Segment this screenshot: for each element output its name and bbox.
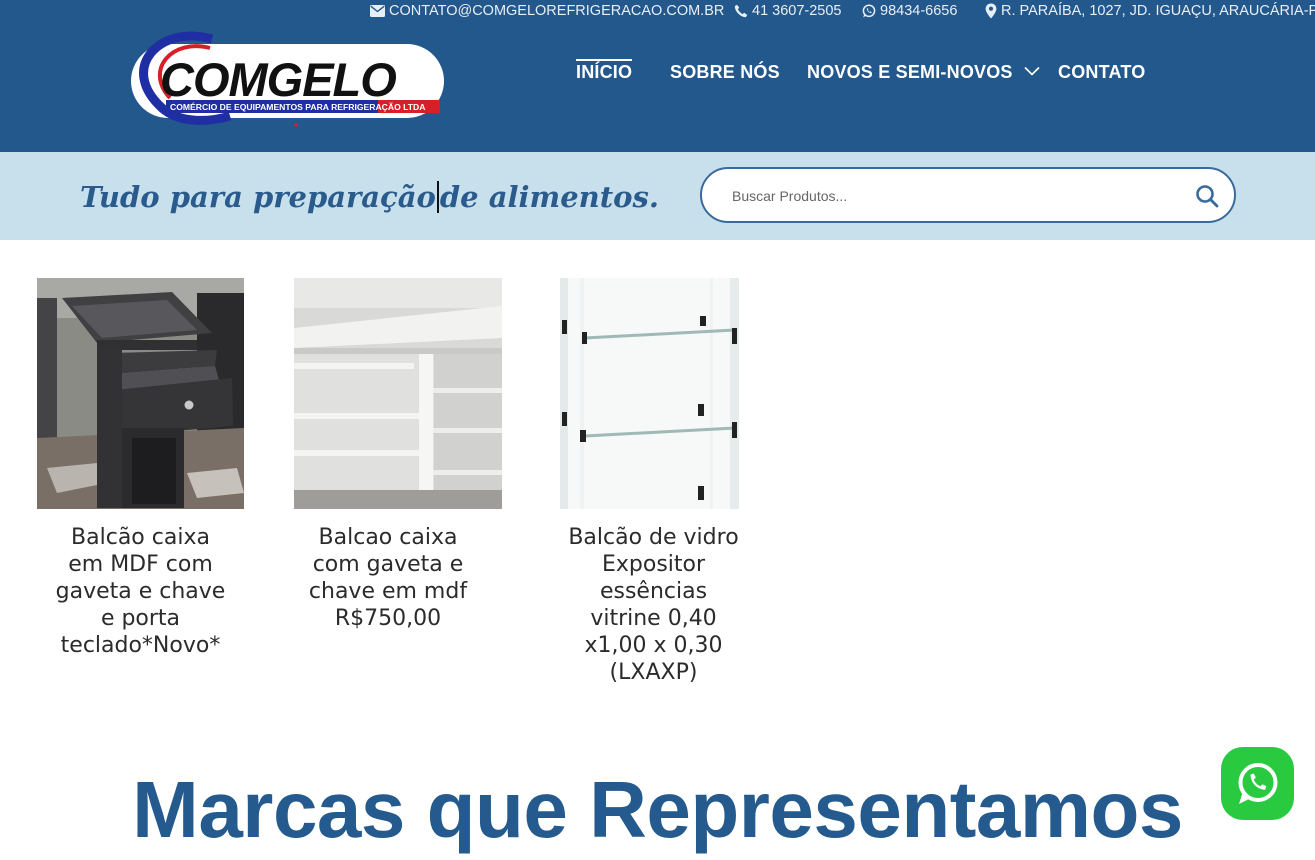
contact-phone-link[interactable]: 41 3607-2505 bbox=[734, 3, 842, 19]
contact-whatsapp-link[interactable]: 98434-6656 bbox=[862, 3, 957, 19]
site-header: CONTATO@COMGELOREFRIGERACAO.COM.BR 41 36… bbox=[0, 0, 1315, 152]
contact-email: CONTATO@COMGELOREFRIGERACAO.COM.BR bbox=[389, 3, 725, 19]
tagline-text-start: Tudo para preparação bbox=[80, 180, 436, 214]
nav-inicio[interactable]: INÍCIO bbox=[576, 59, 633, 83]
nav-sobre-nos[interactable]: SOBRE NÓS bbox=[670, 62, 780, 83]
product-image[interactable] bbox=[294, 278, 502, 509]
nav-contato-label: CONTATO bbox=[1058, 62, 1146, 82]
contact-phone: 41 3607-2505 bbox=[752, 3, 842, 19]
whatsapp-icon bbox=[1238, 763, 1278, 804]
nav-novos-label: NOVOS E SEMI-NOVOS bbox=[807, 62, 1013, 82]
search-icon[interactable] bbox=[1194, 183, 1220, 209]
top-contact-bar: CONTATO@COMGELOREFRIGERACAO.COM.BR 41 36… bbox=[0, 0, 1315, 24]
product-title[interactable]: Balcao caixa com gaveta e chave em mdf R… bbox=[284, 524, 492, 632]
product-image[interactable] bbox=[560, 278, 739, 509]
contact-email-link[interactable]: CONTATO@COMGELOREFRIGERACAO.COM.BR bbox=[370, 3, 724, 19]
tagline-text-end: de alimentos. bbox=[439, 180, 659, 214]
main-nav: INÍCIO SOBRE NÓS NOVOS E SEMI-NOVOS CONT… bbox=[0, 59, 1315, 92]
whatsapp-floating-button[interactable] bbox=[1221, 747, 1294, 820]
search-input[interactable] bbox=[730, 169, 1174, 223]
brands-heading: Marcas que Representamos bbox=[132, 765, 1183, 854]
nav-novos-e-semi-novos[interactable]: NOVOS E SEMI-NOVOS bbox=[807, 62, 1040, 83]
contact-address-link[interactable]: R. PARAÍBA, 1027, JD. IGUAÇU, ARAUCÁRIA-… bbox=[985, 3, 1315, 19]
product-title[interactable]: Balcão caixa em MDF com gaveta e chave e… bbox=[37, 524, 244, 659]
chevron-down-icon bbox=[1024, 66, 1040, 76]
envelope-icon bbox=[370, 5, 385, 17]
product-image[interactable] bbox=[37, 278, 244, 509]
text-cursor bbox=[436, 181, 439, 213]
contact-address: R. PARAÍBA, 1027, JD. IGUAÇU, ARAUCÁRIA-… bbox=[1001, 3, 1315, 19]
nav-contato[interactable]: CONTATO bbox=[1058, 62, 1145, 83]
tagline: Tudo para preparação de alimentos. bbox=[80, 180, 659, 214]
nav-sobre-nos-label: SOBRE NÓS bbox=[670, 62, 780, 82]
product-title[interactable]: Balcão de vidro Expositor essências vitr… bbox=[564, 524, 743, 686]
map-marker-icon bbox=[985, 3, 997, 19]
nav-inicio-label: INÍCIO bbox=[576, 62, 633, 82]
whatsapp-icon bbox=[862, 4, 876, 18]
svg-text:COMÉRCIO DE EQUIPAMENTOS PARA: COMÉRCIO DE EQUIPAMENTOS PARA REFRIGERAÇ… bbox=[170, 102, 425, 112]
search-bar bbox=[700, 167, 1236, 223]
contact-whatsapp: 98434-6656 bbox=[880, 3, 958, 19]
phone-icon bbox=[734, 4, 748, 18]
